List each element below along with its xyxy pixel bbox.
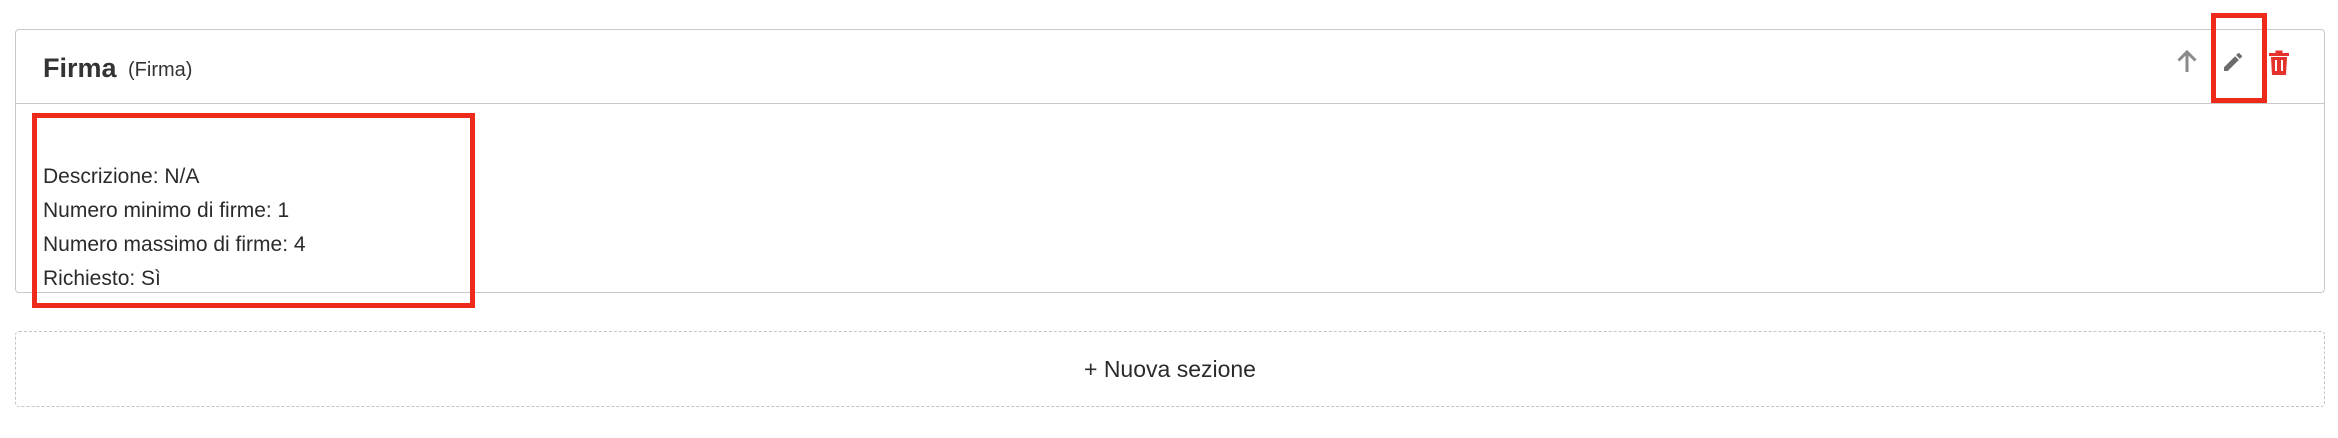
- section-card: Firma (Firma) Descrizione: N/A Numero mi…: [15, 29, 2325, 293]
- delete-button[interactable]: [2268, 50, 2298, 80]
- section-header: Firma (Firma): [16, 30, 2324, 104]
- section-body: Descrizione: N/A Numero minimo di firme:…: [16, 104, 2324, 292]
- section-title: Firma: [43, 53, 117, 83]
- new-section-button[interactable]: + Nuova sezione: [15, 331, 2325, 407]
- edit-button[interactable]: [2221, 50, 2251, 80]
- pencil-icon: [2224, 52, 2243, 71]
- section-subtitle: (Firma): [128, 59, 193, 81]
- arrow-up-icon: [2177, 50, 2197, 72]
- description-detail: Descrizione: N/A: [43, 165, 200, 188]
- required-detail: Richiesto: Sì: [43, 267, 161, 290]
- min-signatures-detail: Numero minimo di firme: 1: [43, 199, 290, 222]
- move-up-button[interactable]: [2176, 50, 2206, 80]
- max-signatures-detail: Numero massimo di firme: 4: [43, 233, 306, 256]
- trash-icon: [2269, 50, 2289, 75]
